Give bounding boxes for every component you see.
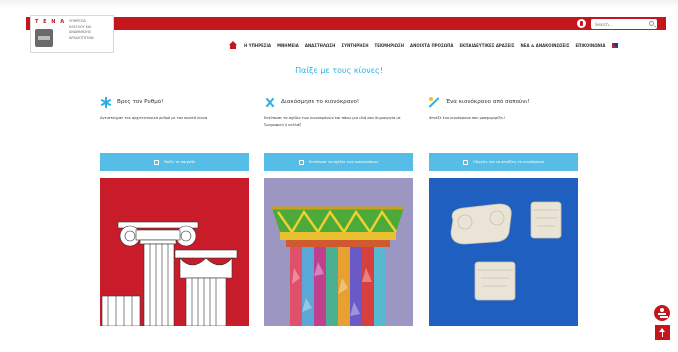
game-card-decorate: Διακόσμησε το κιονόκρανο! Εκτύπωσε το σχ… — [264, 95, 413, 326]
game-card-soap: Ένα κιονόκρανο από σαπούνι! Φτιάξε ένα κ… — [429, 95, 578, 326]
game-card-rhythm: Βρες τον Ρυθμό! Αντιστοίχισε τον αρχιτεκ… — [100, 95, 249, 326]
logo-emblem-icon — [35, 29, 53, 47]
card-heading-text: Ένα κιονόκρανο από σαπούνι! — [446, 99, 530, 105]
card-heading: Ένα κιονόκρανο από σαπούνι! — [429, 95, 578, 109]
header-bar — [26, 17, 666, 30]
page: T Ε Ν Α ΥΠΗΡΕΣΙΑ ΕΛΕΓΧΟΥ ΚΑΙ ΑΝΑΜΝΗΣΗΣ Α… — [0, 0, 678, 352]
logo-brand: T Ε Ν Α — [35, 19, 66, 25]
print-template-button[interactable]: Εκτύπωσε το σχέδιο των κιονοκράνων — [264, 153, 413, 171]
card-heading: Διακόσμησε το κιονόκρανο! — [264, 95, 413, 109]
soap-capitals-image — [429, 178, 578, 326]
gamepad-icon — [153, 159, 159, 165]
card-heading-text: Διακόσμησε το κιονόκρανο! — [281, 99, 360, 105]
scissors-icon — [264, 97, 275, 108]
nav-item-news[interactable]: ΝΕΑ & ΑΝΑΚΟΙΝΩΣΕΙΣ — [520, 43, 569, 48]
scroll-to-top-button[interactable] — [655, 325, 670, 340]
button-label: Παίξε το παιχνίδι — [163, 160, 196, 164]
button-label: Εκτύπωσε το σχέδιο των κιονοκράνων — [308, 160, 379, 164]
logo-line: ΑΡΧΑΙΟΤΗΤΩΝ — [69, 35, 94, 40]
nav-item-monuments[interactable]: ΜΝΗΜΕΙΑ — [277, 43, 299, 48]
document-icon — [463, 159, 469, 165]
card-description: Εκτύπωσε το σχέδιο των κιονοκράνων και π… — [264, 116, 401, 128]
nav-item-restoration[interactable]: ΑΝΑΣΤΗΛΩΣΗ — [305, 43, 336, 48]
nav-item-documentation[interactable]: ΤΕΚΜΗΡΙΩΣΗ — [375, 43, 404, 48]
button-label: Οδηγίες για να φτιάξεις το κιονόκρανο — [473, 160, 544, 164]
magic-wand-icon — [429, 96, 440, 108]
search-box — [591, 19, 657, 29]
accessibility-button[interactable] — [654, 305, 670, 321]
top-shadow — [0, 0, 678, 8]
nav-item-contact[interactable]: ΕΠΙΚΟΙΝΩΝΙΑ — [575, 43, 605, 48]
logo-text: ΥΠΗΡΕΣΙΑ ΕΛΕΓΧΟΥ ΚΑΙ ΑΝΑΜΝΗΣΗΣ ΑΡΧΑΙΟΤΗΤ… — [69, 19, 113, 41]
home-icon[interactable] — [228, 41, 238, 49]
site-logo[interactable]: T Ε Ν Α ΥΠΗΡΕΣΙΑ ΕΛΕΓΧΟΥ ΚΑΙ ΑΝΑΜΝΗΣΗΣ Α… — [30, 15, 114, 53]
asterisk-icon — [100, 96, 111, 108]
page-title: Παίξε με τους κίονες! — [295, 66, 383, 75]
nav-item-conservation[interactable]: ΣΥΝΤΗΡΗΣΗ — [341, 43, 368, 48]
instructions-button[interactable]: Οδηγίες για να φτιάξεις το κιονόκρανο — [429, 153, 578, 171]
ionic-columns-image — [100, 178, 249, 326]
search-input[interactable] — [595, 20, 645, 28]
main-nav: Η ΥΠΗΡΕΣΙΑ ΜΝΗΜΕΙΑ ΑΝΑΣΤΗΛΩΣΗ ΣΥΝΤΗΡΗΣΗ … — [228, 41, 619, 49]
printer-icon — [298, 159, 304, 165]
card-description: Φτιάξε ένα κιονόκρανο που μοσχομυρίζει! — [429, 116, 506, 120]
play-game-button[interactable]: Παίξε το παιχνίδι — [100, 153, 249, 171]
search-icon[interactable] — [649, 21, 654, 26]
nav-item-service[interactable]: Η ΥΠΗΡΕΣΙΑ — [244, 43, 271, 48]
nav-item-open-faces[interactable]: ΑΝΟΙΧΤΑ ΠΡΟΣΩΠΑ — [410, 43, 453, 48]
accessibility-icon[interactable] — [577, 19, 586, 28]
card-description: Αντιστοίχισε τον αρχιτεκτονικό ρυθμό με … — [100, 116, 208, 120]
decorated-capital-image — [264, 178, 413, 326]
nav-item-education[interactable]: ΕΚΠΑΙΔΕΥΤΙΚΕΣ ΔΡΑΣΕΙΣ — [459, 43, 514, 48]
english-flag-icon[interactable] — [612, 42, 619, 48]
card-heading: Βρες τον Ρυθμό! — [100, 95, 249, 109]
card-heading-text: Βρες τον Ρυθμό! — [117, 99, 164, 105]
